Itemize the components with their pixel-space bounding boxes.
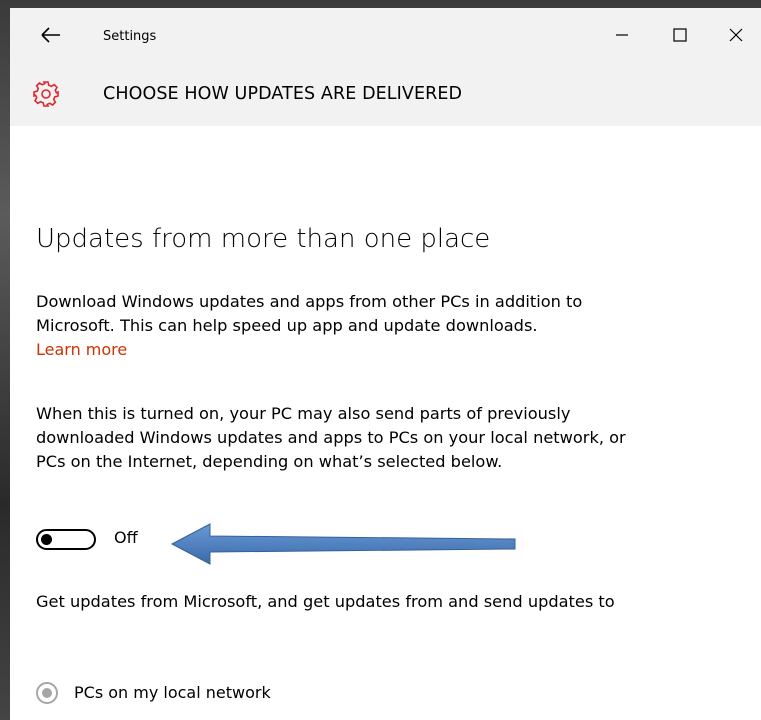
learn-more-link[interactable]: Learn more [36,338,127,362]
source-prompt-text: Get updates from Microsoft, and get upda… [36,592,615,611]
detail-text: When this is turned on, your PC may also… [36,404,626,471]
back-arrow-icon[interactable] [36,22,66,48]
toggle-knob [41,534,52,545]
title-bar[interactable]: Settings [10,8,761,60]
minimize-icon[interactable] [602,22,642,48]
intro-text: Download Windows updates and apps from o… [36,292,583,335]
page-title: CHOOSE HOW UPDATES ARE DELIVERED [103,84,463,104]
local-network-radio[interactable] [36,682,58,704]
maximize-icon[interactable] [660,22,700,48]
window-chrome: Settings CHOOSE HOW UPDATES ARE DELIVERE… [10,8,761,126]
radio-label: PCs on my local network [74,683,271,702]
settings-window: Settings CHOOSE HOW UPDATES ARE DELIVERE… [10,8,761,720]
radio-dot [42,688,52,698]
delivery-optimization-toggle[interactable] [36,529,96,550]
gear-icon [33,81,59,107]
toggle-state-label: Off [114,528,138,547]
app-title: Settings [103,29,157,44]
arrow-left-icon [170,523,516,565]
close-icon[interactable] [716,22,756,48]
section-title: Updates from more than one place [36,224,491,254]
